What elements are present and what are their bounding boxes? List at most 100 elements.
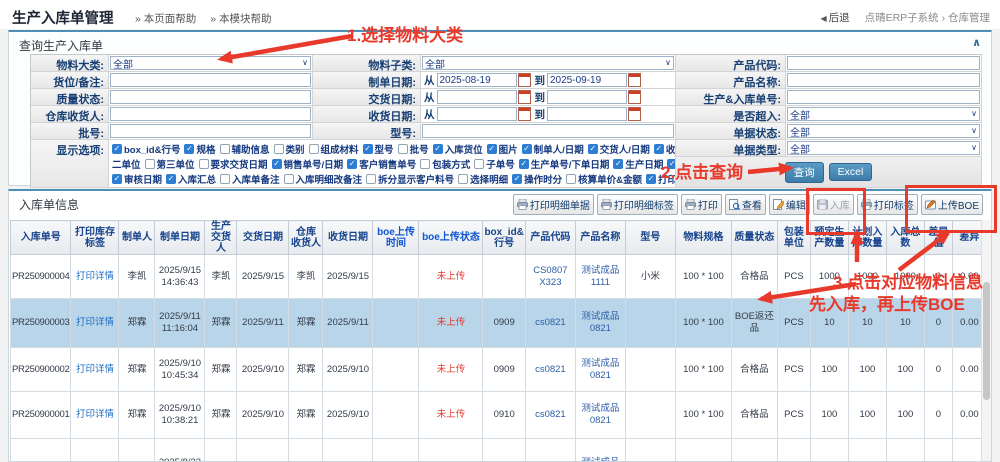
date-to-input[interactable] — [547, 107, 627, 121]
checkbox-option[interactable]: 选择明细 — [458, 172, 508, 186]
checkbox-checked[interactable]: ✓ — [184, 144, 194, 154]
checkbox-unchecked[interactable] — [145, 159, 155, 169]
checkbox-checked[interactable]: ✓ — [433, 144, 443, 154]
checkbox-option[interactable]: ✓审核日期 — [112, 172, 162, 186]
column-header[interactable]: 产品代码 — [525, 221, 575, 255]
calendar-icon[interactable] — [628, 90, 641, 104]
checkbox-option[interactable]: ✓规格 — [184, 142, 215, 156]
checkbox-checked[interactable]: ✓ — [522, 144, 532, 154]
toolbar-button-查看[interactable]: 查看 — [725, 194, 766, 215]
checkbox-option[interactable]: ✓入库汇总 — [166, 172, 216, 186]
checkbox-checked[interactable]: ✓ — [646, 174, 656, 184]
checkbox-unchecked[interactable] — [220, 174, 230, 184]
page-help-link[interactable]: » 本页面帮助 — [135, 13, 196, 25]
column-header[interactable]: boe上传时间 — [373, 221, 419, 255]
checkbox-unchecked[interactable] — [309, 144, 319, 154]
table-row[interactable]: PR250900004打印详情李凯2025/9/15 14:36:43李凯202… — [11, 255, 987, 299]
checkbox-checked[interactable]: ✓ — [487, 144, 497, 154]
checkbox-unchecked[interactable] — [458, 174, 468, 184]
column-header[interactable]: 产品名称 — [575, 221, 625, 255]
column-header[interactable]: 收货日期 — [323, 221, 373, 255]
text-input-产品名称[interactable] — [787, 73, 980, 87]
date-to-input[interactable]: 2025-09-19 — [547, 73, 627, 87]
checkbox-checked[interactable]: ✓ — [667, 159, 675, 169]
column-header[interactable]: 交货日期 — [237, 221, 289, 255]
checkbox-checked[interactable]: ✓ — [588, 144, 598, 154]
doc-type-select[interactable]: 全部 ∨ — [787, 141, 980, 155]
checkbox-unchecked[interactable] — [220, 144, 230, 154]
checkbox-option[interactable]: ✓交货人/日期 — [588, 142, 650, 156]
checkbox-option[interactable]: ✓打印库存标签 — [646, 172, 675, 186]
checkbox-checked[interactable]: ✓ — [654, 144, 664, 154]
column-header[interactable]: 型号 — [625, 221, 675, 255]
calendar-icon[interactable] — [518, 107, 531, 121]
checkbox-unchecked[interactable] — [366, 174, 376, 184]
checkbox-option[interactable]: ✓自定义生产单号 — [667, 157, 675, 171]
checkbox-checked[interactable]: ✓ — [166, 174, 176, 184]
checkbox-option[interactable]: 第三单位 — [145, 157, 195, 171]
text-input-质量状态[interactable] — [110, 90, 311, 104]
checkbox-checked[interactable]: ✓ — [112, 174, 122, 184]
calendar-icon[interactable] — [628, 73, 641, 87]
date-from-input[interactable] — [437, 90, 517, 104]
dropdown-是否超入[interactable]: 全部∨ — [787, 107, 980, 121]
text-input-型号[interactable] — [422, 124, 674, 138]
column-header[interactable]: 包装 单位 — [777, 221, 810, 255]
text-input-批号[interactable] — [110, 124, 311, 138]
column-header[interactable]: 预定生 产数量 — [810, 221, 848, 255]
checkbox-option[interactable]: ✓销售单号/日期 — [272, 157, 344, 171]
checkbox-checked[interactable]: ✓ — [363, 144, 373, 154]
text-input-生产&入库单号[interactable] — [787, 90, 980, 104]
back-button[interactable]: ◀后退 — [821, 12, 850, 24]
toolbar-button-打印[interactable]: 打印 — [681, 194, 722, 215]
column-header[interactable]: 物料规格 — [675, 221, 731, 255]
table-row[interactable]: PR250900003打印详情郑霖2025/9/11 11:16:04郑霖202… — [11, 299, 987, 348]
checkbox-unchecked[interactable] — [274, 144, 284, 154]
checkbox-option[interactable]: ✓box_id&行号 — [112, 142, 180, 156]
checkbox-option[interactable]: ✓入库货位 — [433, 142, 483, 156]
column-header[interactable]: 计划入 库数量 — [848, 221, 886, 255]
table-scrollbar[interactable] — [981, 220, 991, 462]
checkbox-option[interactable]: 入库单备注 — [220, 172, 280, 186]
checkbox-unchecked[interactable] — [398, 144, 408, 154]
checkbox-option[interactable]: 辅助信息 — [220, 142, 270, 156]
dropdown-物料大类[interactable]: 全部∨ — [110, 56, 311, 70]
checkbox-option[interactable]: 要求交货日期 — [199, 157, 268, 171]
calendar-icon[interactable] — [518, 73, 531, 87]
date-from-input[interactable] — [437, 107, 517, 121]
table-row[interactable]: PR250900001打印详情郑霖2025/9/10 10:38:21郑霖202… — [11, 392, 987, 439]
checkbox-option[interactable]: 入库明细改备注 — [284, 172, 363, 186]
checkbox-option[interactable]: 包装方式 — [420, 157, 470, 171]
checkbox-option[interactable]: ✓型号 — [363, 142, 394, 156]
text-input-货位/备注[interactable] — [110, 73, 311, 87]
toolbar-button-编辑[interactable]: 编辑 — [769, 194, 810, 215]
checkbox-option[interactable]: ✓制单人/日期 — [522, 142, 584, 156]
column-header[interactable]: 质量状态 — [731, 221, 777, 255]
column-header[interactable]: 打印库存标签 — [71, 221, 119, 255]
checkbox-option[interactable]: 组成材料 — [309, 142, 359, 156]
toolbar-button-打印明细标签[interactable]: 打印明细标签 — [597, 194, 678, 215]
column-header[interactable]: 仓库 收货人 — [289, 221, 323, 255]
scrollbar-thumb[interactable] — [983, 282, 990, 400]
print-detail-link[interactable]: 打印详情 — [76, 317, 114, 328]
print-detail-link[interactable]: 打印详情 — [76, 364, 114, 375]
checkbox-option[interactable]: ✓收货人/日期 — [654, 142, 675, 156]
text-input-仓库收货人[interactable] — [110, 107, 311, 121]
checkbox-unchecked[interactable] — [474, 159, 484, 169]
checkbox-option[interactable]: ✓生产日期 — [613, 157, 663, 171]
checkbox-option[interactable]: ✓生产单号/下单日期 — [519, 157, 610, 171]
toolbar-button-上传BOE[interactable]: 上传BOE — [921, 194, 983, 215]
checkbox-checked[interactable]: ✓ — [512, 174, 522, 184]
column-header[interactable]: 制单日期 — [155, 221, 205, 255]
checkbox-option[interactable]: 类别 — [274, 142, 305, 156]
column-header[interactable]: box_id&行号 — [483, 221, 525, 255]
toolbar-button-入库[interactable]: 入库 — [813, 194, 854, 215]
checkbox-unchecked[interactable] — [199, 159, 209, 169]
checkbox-option[interactable]: ✓客户销售单号 — [347, 157, 416, 171]
column-header[interactable]: 制单人 — [119, 221, 155, 255]
checkbox-checked[interactable]: ✓ — [519, 159, 529, 169]
search-button[interactable]: 查询 — [785, 162, 824, 183]
column-header[interactable]: 入库总数 — [886, 221, 924, 255]
print-detail-link[interactable]: 打印详情 — [76, 409, 114, 420]
column-header[interactable]: boe上传状态 — [419, 221, 483, 255]
